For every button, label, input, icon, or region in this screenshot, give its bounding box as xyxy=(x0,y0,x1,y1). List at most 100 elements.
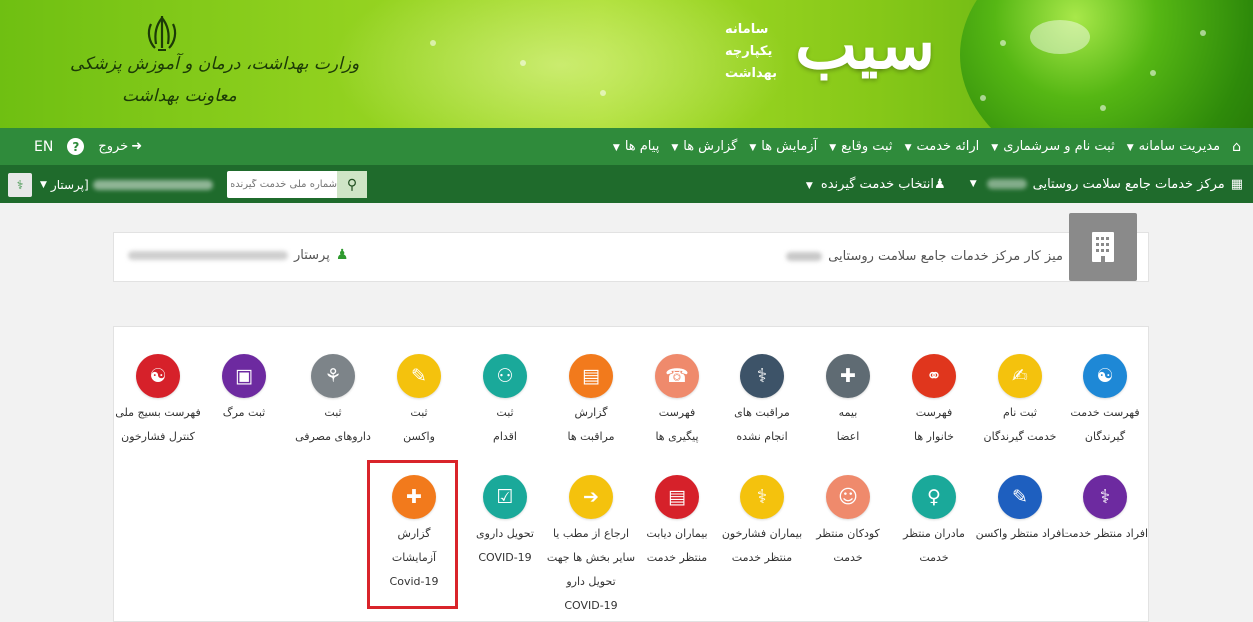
help-icon[interactable]: ? xyxy=(67,138,85,155)
diabetes-icon: ▤ xyxy=(655,475,699,519)
tile-care-report[interactable]: ▤ گزارش مراقبت ها xyxy=(543,354,639,444)
center-name-redacted xyxy=(986,179,1027,189)
tile-waiting-children[interactable]: ☺ کودکان منتظر خدمت xyxy=(800,475,896,565)
language-toggle[interactable]: EN xyxy=(34,139,53,155)
plus-icon: ✚ xyxy=(826,354,870,398)
caret-down-icon: ▼ xyxy=(805,180,813,191)
child-icon: ☺ xyxy=(826,475,870,519)
menu-registration[interactable]: ثبت نام و سرشماری ▼ xyxy=(991,139,1114,154)
tile-insurance[interactable]: ✚ بیمه اعضا xyxy=(800,354,896,444)
caret-down-icon: ▼ xyxy=(991,143,999,153)
banner-glow xyxy=(330,0,790,128)
menu-events[interactable]: ثبت وقایع ▼ xyxy=(829,139,892,154)
center-label: مرکز خدمات جامع سلامت روستایی xyxy=(1032,176,1225,192)
center-selector[interactable]: ▦ مرکز خدمات جامع سلامت روستایی ▼ ♟انتخا… xyxy=(802,165,1243,203)
action-icon: ⚇ xyxy=(483,354,527,398)
tile-label: ثبت نام xyxy=(1003,406,1037,419)
tile-waiting-hypertension[interactable]: ⚕ بیماران فشارخون منتظر خدمت xyxy=(714,475,810,565)
search-icon: ⚲ xyxy=(346,176,358,193)
tile-household-list[interactable]: ⚭ فهرست خانوار ها xyxy=(886,354,982,444)
tile-label: فهرست خدمت xyxy=(1070,406,1140,419)
iran-emblem-icon xyxy=(147,16,177,51)
menu-messages[interactable]: پیام ها ▼ xyxy=(613,139,659,154)
tile-record-medication[interactable]: ⚘ ثبت داروهای مصرفی xyxy=(285,354,381,444)
tile-label: بیماران دیابت xyxy=(646,527,708,540)
tile-label: تحویل دارو xyxy=(566,575,616,588)
menu-reports[interactable]: گزارش ها ▼ xyxy=(671,139,737,154)
tile-label: ثبت مرگ xyxy=(222,406,266,419)
tile-label: خانوار ها xyxy=(914,430,954,443)
tile-waiting-diabetes[interactable]: ▤ بیماران دیابت منتظر خدمت xyxy=(629,475,725,565)
tile-label: مادران منتظر xyxy=(903,527,965,540)
tile-covid-drug-delivery[interactable]: ☑ تحویل داروی COVID-19 xyxy=(457,475,553,565)
tile-label: COVID-19 xyxy=(478,551,532,564)
tile-waiting-mothers[interactable]: ♀ مادران منتظر خدمت xyxy=(886,475,982,565)
deputy-title: معاونت بهداشت xyxy=(122,86,237,106)
tile-record-death[interactable]: ▣ ثبت مرگ xyxy=(196,354,292,420)
tile-label: واکسن xyxy=(403,430,435,443)
tile-label: فهرست xyxy=(915,406,953,419)
tile-label: اقدام xyxy=(493,430,517,443)
menu-service-delivery[interactable]: ارائه خدمت ▼ xyxy=(905,139,980,154)
client-search: ⚲ xyxy=(227,171,367,198)
select-client-label: انتخاب خدمت گیرنده xyxy=(820,176,935,192)
tile-label: سایر بخش ها جهت xyxy=(546,551,636,564)
tile-label: پیگیری ها xyxy=(655,430,699,443)
care-icon: ⚕ xyxy=(740,354,784,398)
tile-label: مراقبت ها xyxy=(567,430,615,443)
waiting-person-icon: ⚕ xyxy=(1083,475,1127,519)
tile-client-list[interactable]: ☯ فهرست خدمت گیرندگان xyxy=(1057,354,1153,444)
stethoscope-icon[interactable]: ⚕ xyxy=(8,172,32,197)
tile-label: ثبت xyxy=(324,406,342,419)
tile-label: بیمه xyxy=(838,406,858,419)
tile-label: تحویل داروی xyxy=(476,527,534,540)
tile-label: کودکان منتظر xyxy=(816,527,880,540)
role-dropdown[interactable]: ▼ پرستار] xyxy=(40,178,213,192)
tile-label: ارجاع از مطب یا xyxy=(552,527,630,540)
logout-label: خروج xyxy=(98,139,129,154)
menu-tests[interactable]: آزمایش ها ▼ xyxy=(749,139,817,154)
tile-label: افراد منتظر واکسن xyxy=(975,527,1065,540)
report-icon: ▤ xyxy=(569,354,613,398)
apple-image xyxy=(960,0,1253,128)
caret-down-icon: ▼ xyxy=(40,179,47,190)
blood-pressure-icon: ⚕ xyxy=(740,475,784,519)
header-banner: وزارت بهداشت، درمان و آموزش پزشکی معاونت… xyxy=(0,0,1253,128)
user-name-redacted xyxy=(92,179,213,190)
tile-record-action[interactable]: ⚇ ثبت اقدام xyxy=(457,354,553,444)
tile-label: خدمت xyxy=(919,551,949,564)
tile-followup-list[interactable]: ☎ فهرست پیگیری ها xyxy=(629,354,725,444)
role-selector[interactable]: ⚕ ▼ پرستار] xyxy=(8,171,228,198)
tile-label: ثبت xyxy=(496,406,514,419)
logout-button[interactable]: خروج ➜ xyxy=(98,139,142,154)
tile-label: COVID-19 xyxy=(564,599,618,612)
tile-referral-drug-delivery[interactable]: ➔ ارجاع از مطب یا سایر بخش ها جهت تحویل … xyxy=(543,475,639,613)
tile-bp-campaign-list[interactable]: ☯ فهرست بسیج ملی کنترل فشارخون xyxy=(110,354,206,444)
tile-waiting-clients[interactable]: ⚕ افراد منتظر خدمت xyxy=(1057,475,1153,541)
logout-icon: ➜ xyxy=(131,139,143,154)
menu-system-management[interactable]: مدیریت سامانه ▼ xyxy=(1127,139,1220,154)
people-icon: ☯ xyxy=(1083,354,1127,398)
search-button[interactable]: ⚲ xyxy=(337,171,367,198)
tile-label: ثبت xyxy=(410,406,428,419)
national-id-input[interactable] xyxy=(231,171,337,198)
tile-label: منتظر خدمت xyxy=(646,551,708,564)
desk-title-text: میز کار مرکز خدمات جامع سلامت روستایی xyxy=(828,249,1063,264)
tile-label: خدمت گیرندگان xyxy=(983,430,1057,443)
tile-label: انجام نشده xyxy=(736,430,788,443)
building-icon xyxy=(1069,213,1137,281)
caret-down-icon: ▼ xyxy=(612,143,620,153)
tile-pending-care[interactable]: ⚕ مراقبت های انجام نشده xyxy=(714,354,810,444)
home-icon[interactable]: ⌂ xyxy=(1232,139,1241,155)
tile-register-client[interactable]: ✍ ثبت نام خدمت گیرندگان xyxy=(972,354,1068,444)
select-client-dropdown[interactable]: ♟انتخاب خدمت گیرنده ▼ xyxy=(802,177,946,192)
caret-down-icon: ▼ xyxy=(671,143,679,153)
tile-label: منتظر خدمت xyxy=(731,551,793,564)
vaccine-icon: ✎ xyxy=(397,354,441,398)
checkbox-icon: ☑ xyxy=(483,475,527,519)
tile-label: گیرندگان xyxy=(1084,430,1126,443)
ambulance-icon: ▣ xyxy=(222,354,266,398)
tile-record-vaccine[interactable]: ✎ ثبت واکسن xyxy=(371,354,467,444)
tile-label: داروهای مصرفی xyxy=(295,430,371,443)
tile-waiting-vaccine[interactable]: ✎ افراد منتظر واکسن xyxy=(972,475,1068,541)
